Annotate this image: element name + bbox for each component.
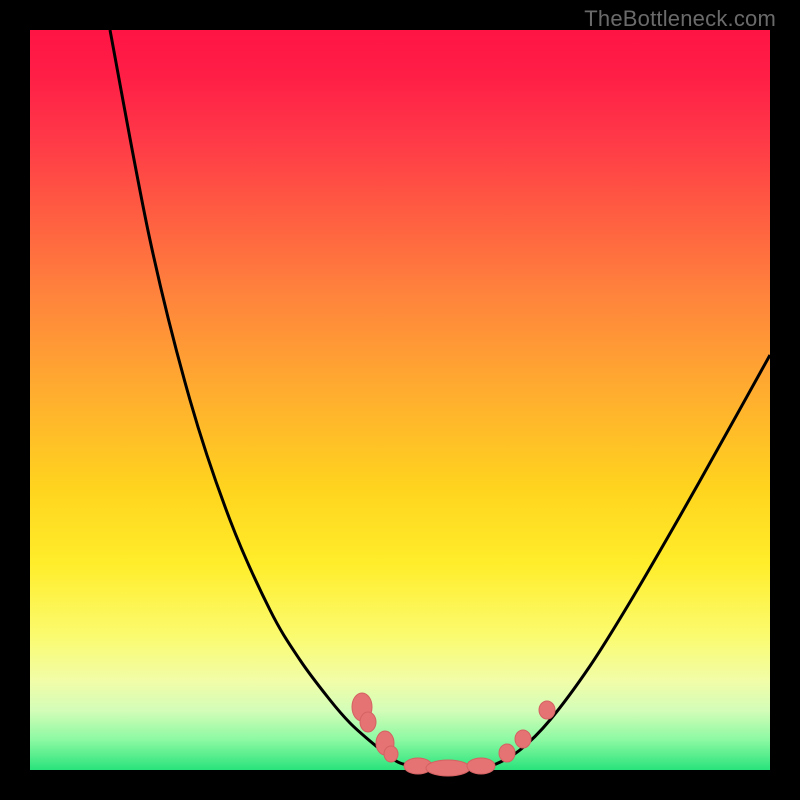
chart-frame: TheBottleneck.com <box>0 0 800 800</box>
curve-bead <box>515 730 531 748</box>
bottleneck-curve <box>110 30 770 768</box>
chart-svg <box>30 30 770 770</box>
curve-bead <box>360 712 376 732</box>
curve-bead <box>499 744 515 762</box>
curve-bead <box>426 760 470 776</box>
curve-bead <box>539 701 555 719</box>
chart-plot-area <box>30 30 770 770</box>
curve-bead <box>384 746 398 762</box>
curve-beads <box>352 693 555 776</box>
curve-bead <box>467 758 495 774</box>
watermark-text: TheBottleneck.com <box>584 6 776 32</box>
